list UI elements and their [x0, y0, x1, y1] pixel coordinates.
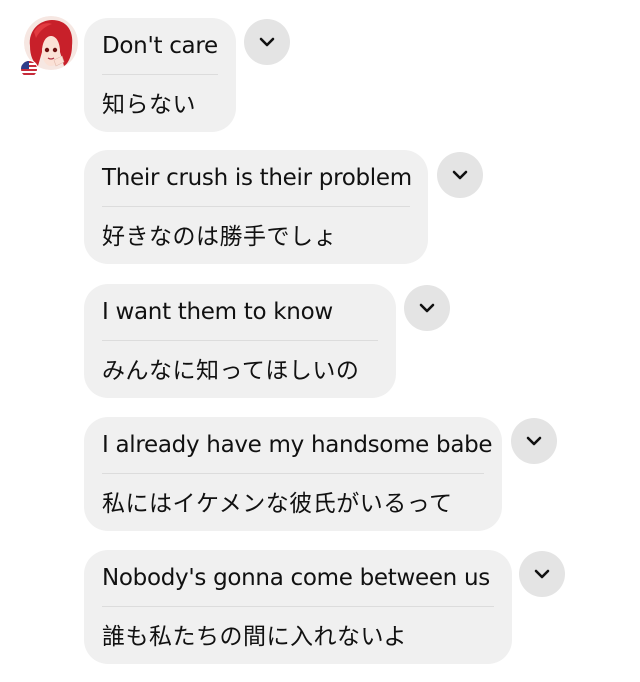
chevron-down-icon: [452, 170, 468, 180]
message-original-text: Nobody's gonna come between us: [102, 565, 490, 591]
chevron-down-icon: [419, 303, 435, 313]
message-original-text: Their crush is their problem: [102, 165, 412, 191]
translation-divider: [102, 473, 484, 474]
message-bubble[interactable]: Nobody's gonna come between us 誰も私たちの間に入…: [84, 550, 512, 664]
message-original-text: I already have my handsome babe: [102, 432, 493, 458]
message-bubble[interactable]: Don't care 知らない: [84, 18, 236, 132]
message-original-text: I want them to know: [102, 299, 333, 325]
us-flag-icon: [20, 60, 38, 78]
translation-divider: [102, 74, 218, 75]
message-bubble[interactable]: Their crush is their problem 好きなのは勝手でしょ: [84, 150, 428, 264]
user-avatar[interactable]: [20, 16, 78, 78]
message-translation-text: 好きなのは勝手でしょ: [102, 224, 337, 250]
message-options-button[interactable]: [404, 285, 450, 331]
message-translation-text: 知らない: [102, 92, 196, 118]
message-options-button[interactable]: [437, 152, 483, 198]
message-original-text: Don't care: [102, 33, 218, 59]
message-translation-text: 私にはイケメンな彼氏がいるって: [102, 491, 453, 517]
chevron-down-icon: [259, 37, 275, 47]
translation-divider: [102, 606, 494, 607]
chevron-down-icon: [526, 436, 542, 446]
translation-divider: [102, 206, 410, 207]
message-options-button[interactable]: [519, 551, 565, 597]
message-options-button[interactable]: [244, 19, 290, 65]
chevron-down-icon: [534, 569, 550, 579]
translation-divider: [102, 340, 378, 341]
message-options-button[interactable]: [511, 418, 557, 464]
message-bubble[interactable]: I want them to know みんなに知ってほしいの: [84, 284, 396, 398]
message-translation-text: 誰も私たちの間に入れないよ: [102, 624, 408, 650]
message-bubble[interactable]: I already have my handsome babe 私にはイケメンな…: [84, 417, 502, 531]
message-translation-text: みんなに知ってほしいの: [102, 358, 360, 384]
